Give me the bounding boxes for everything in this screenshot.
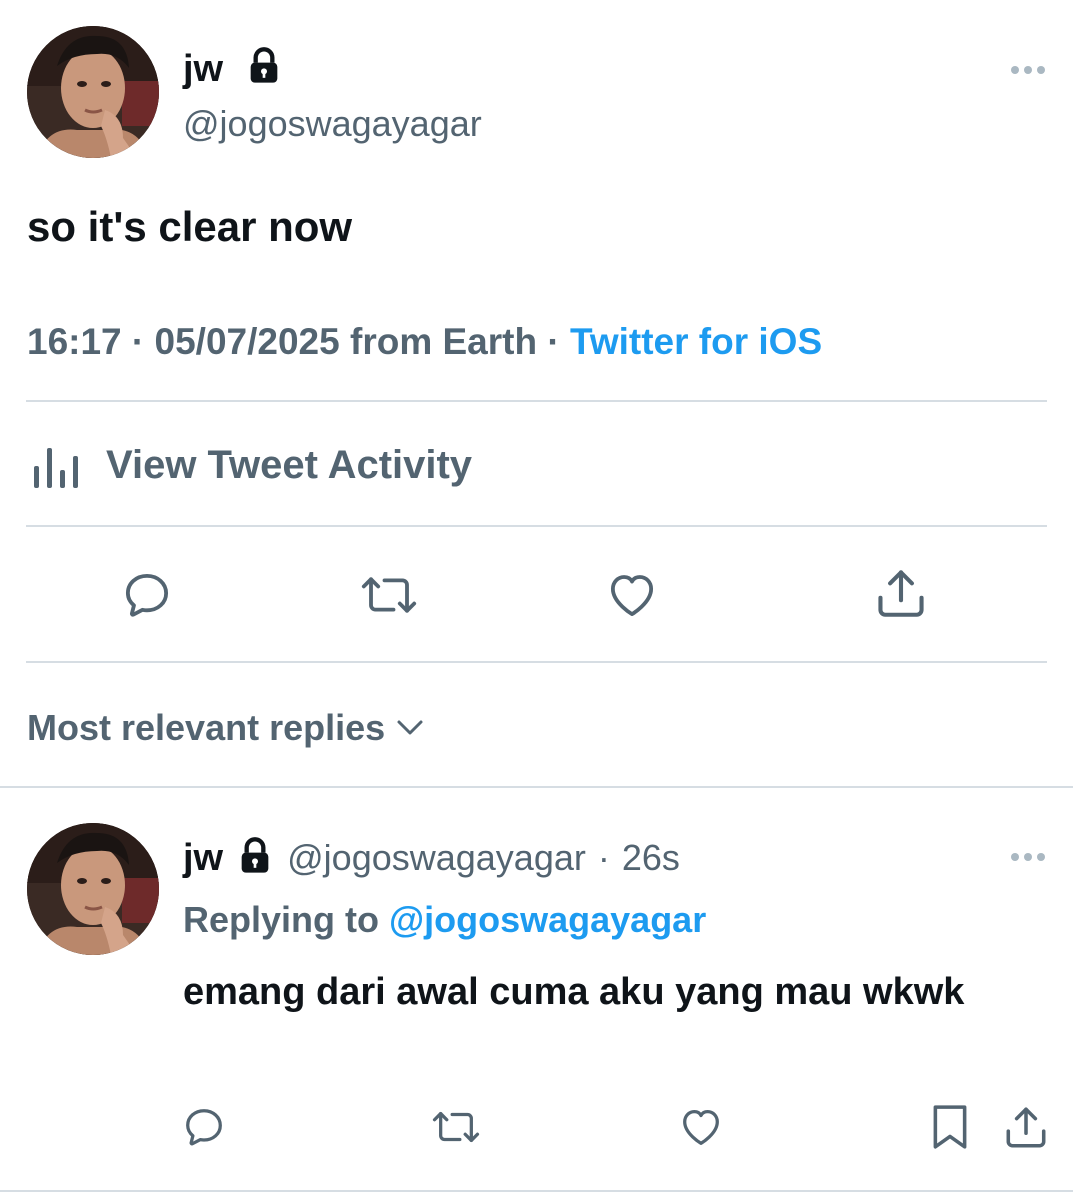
analytics-icon <box>34 448 78 488</box>
author-name-row: jw <box>183 47 284 90</box>
meta-separator: · <box>131 321 145 362</box>
heart-icon <box>683 1110 719 1145</box>
reply-header: jw @jogoswagayagar · 26s <box>183 837 680 878</box>
lock-icon <box>241 837 269 873</box>
reply-icon <box>186 1109 222 1146</box>
share-icon <box>878 570 924 617</box>
meta-separator: · <box>547 321 560 362</box>
replying-to: Replying to @jogoswagayagar <box>183 902 706 938</box>
tweet-meta: 16:17 · 05/07/2025 from Earth · Twitter … <box>27 323 822 360</box>
view-tweet-activity[interactable]: View Tweet Activity <box>30 440 472 490</box>
bottom-divider <box>0 1190 1073 1192</box>
reply-text: emang dari awal cuma aku yang mau wkwk <box>183 971 965 1013</box>
tweet-time: 16:17 <box>27 321 122 362</box>
reply-retweet-button[interactable] <box>428 1102 484 1152</box>
reply-share-button[interactable] <box>1000 1100 1052 1154</box>
reply-author-handle[interactable]: @jogoswagayagar <box>287 840 586 876</box>
bookmark-icon <box>933 1105 967 1149</box>
reply-bookmark-button[interactable] <box>924 1100 976 1154</box>
reply-icon <box>125 573 169 617</box>
avatar-photo <box>27 26 159 158</box>
reply-more-options-icon[interactable] <box>1011 853 1045 861</box>
tweet-date: 05/07/2025 <box>154 321 340 362</box>
replying-to-handle-link[interactable]: @jogoswagayagar <box>389 899 706 940</box>
reply-author-name[interactable]: jw <box>183 839 223 877</box>
more-options-icon[interactable] <box>1011 66 1045 74</box>
lock-icon <box>250 47 278 83</box>
retweet-button[interactable] <box>356 566 422 624</box>
heart-icon <box>610 575 654 617</box>
author-avatar[interactable] <box>27 26 159 158</box>
tweet-location: from Earth <box>350 321 538 362</box>
share-button[interactable] <box>870 562 932 624</box>
tweet-text: so it's clear now <box>27 203 353 250</box>
author-handle[interactable]: @jogoswagayagar <box>183 106 482 142</box>
reply-author-avatar[interactable] <box>27 823 159 955</box>
tweet-source-link[interactable]: Twitter for iOS <box>570 321 822 362</box>
divider <box>26 400 1047 402</box>
retweet-icon <box>432 1111 480 1143</box>
like-button[interactable] <box>601 566 663 624</box>
retweet-icon <box>361 577 417 613</box>
divider <box>26 661 1047 663</box>
reply-age: 26s <box>621 837 680 878</box>
reply-like-button[interactable] <box>675 1102 727 1152</box>
replying-to-prefix: Replying to <box>183 899 379 940</box>
replies-sort-label: Most relevant replies <box>27 707 386 748</box>
reply-separator: · <box>597 837 610 878</box>
divider <box>26 525 1047 527</box>
reply-button[interactable] <box>116 566 178 624</box>
share-icon <box>1006 1107 1046 1148</box>
replies-sort-dropdown[interactable]: Most relevant replies <box>27 710 425 746</box>
reply-reply-button[interactable] <box>178 1102 230 1152</box>
section-divider <box>0 786 1073 788</box>
chevron-down-icon <box>397 720 423 735</box>
author-name[interactable]: jw <box>183 48 223 90</box>
view-tweet-activity-label: View Tweet Activity <box>106 443 473 487</box>
avatar-photo <box>27 823 159 955</box>
